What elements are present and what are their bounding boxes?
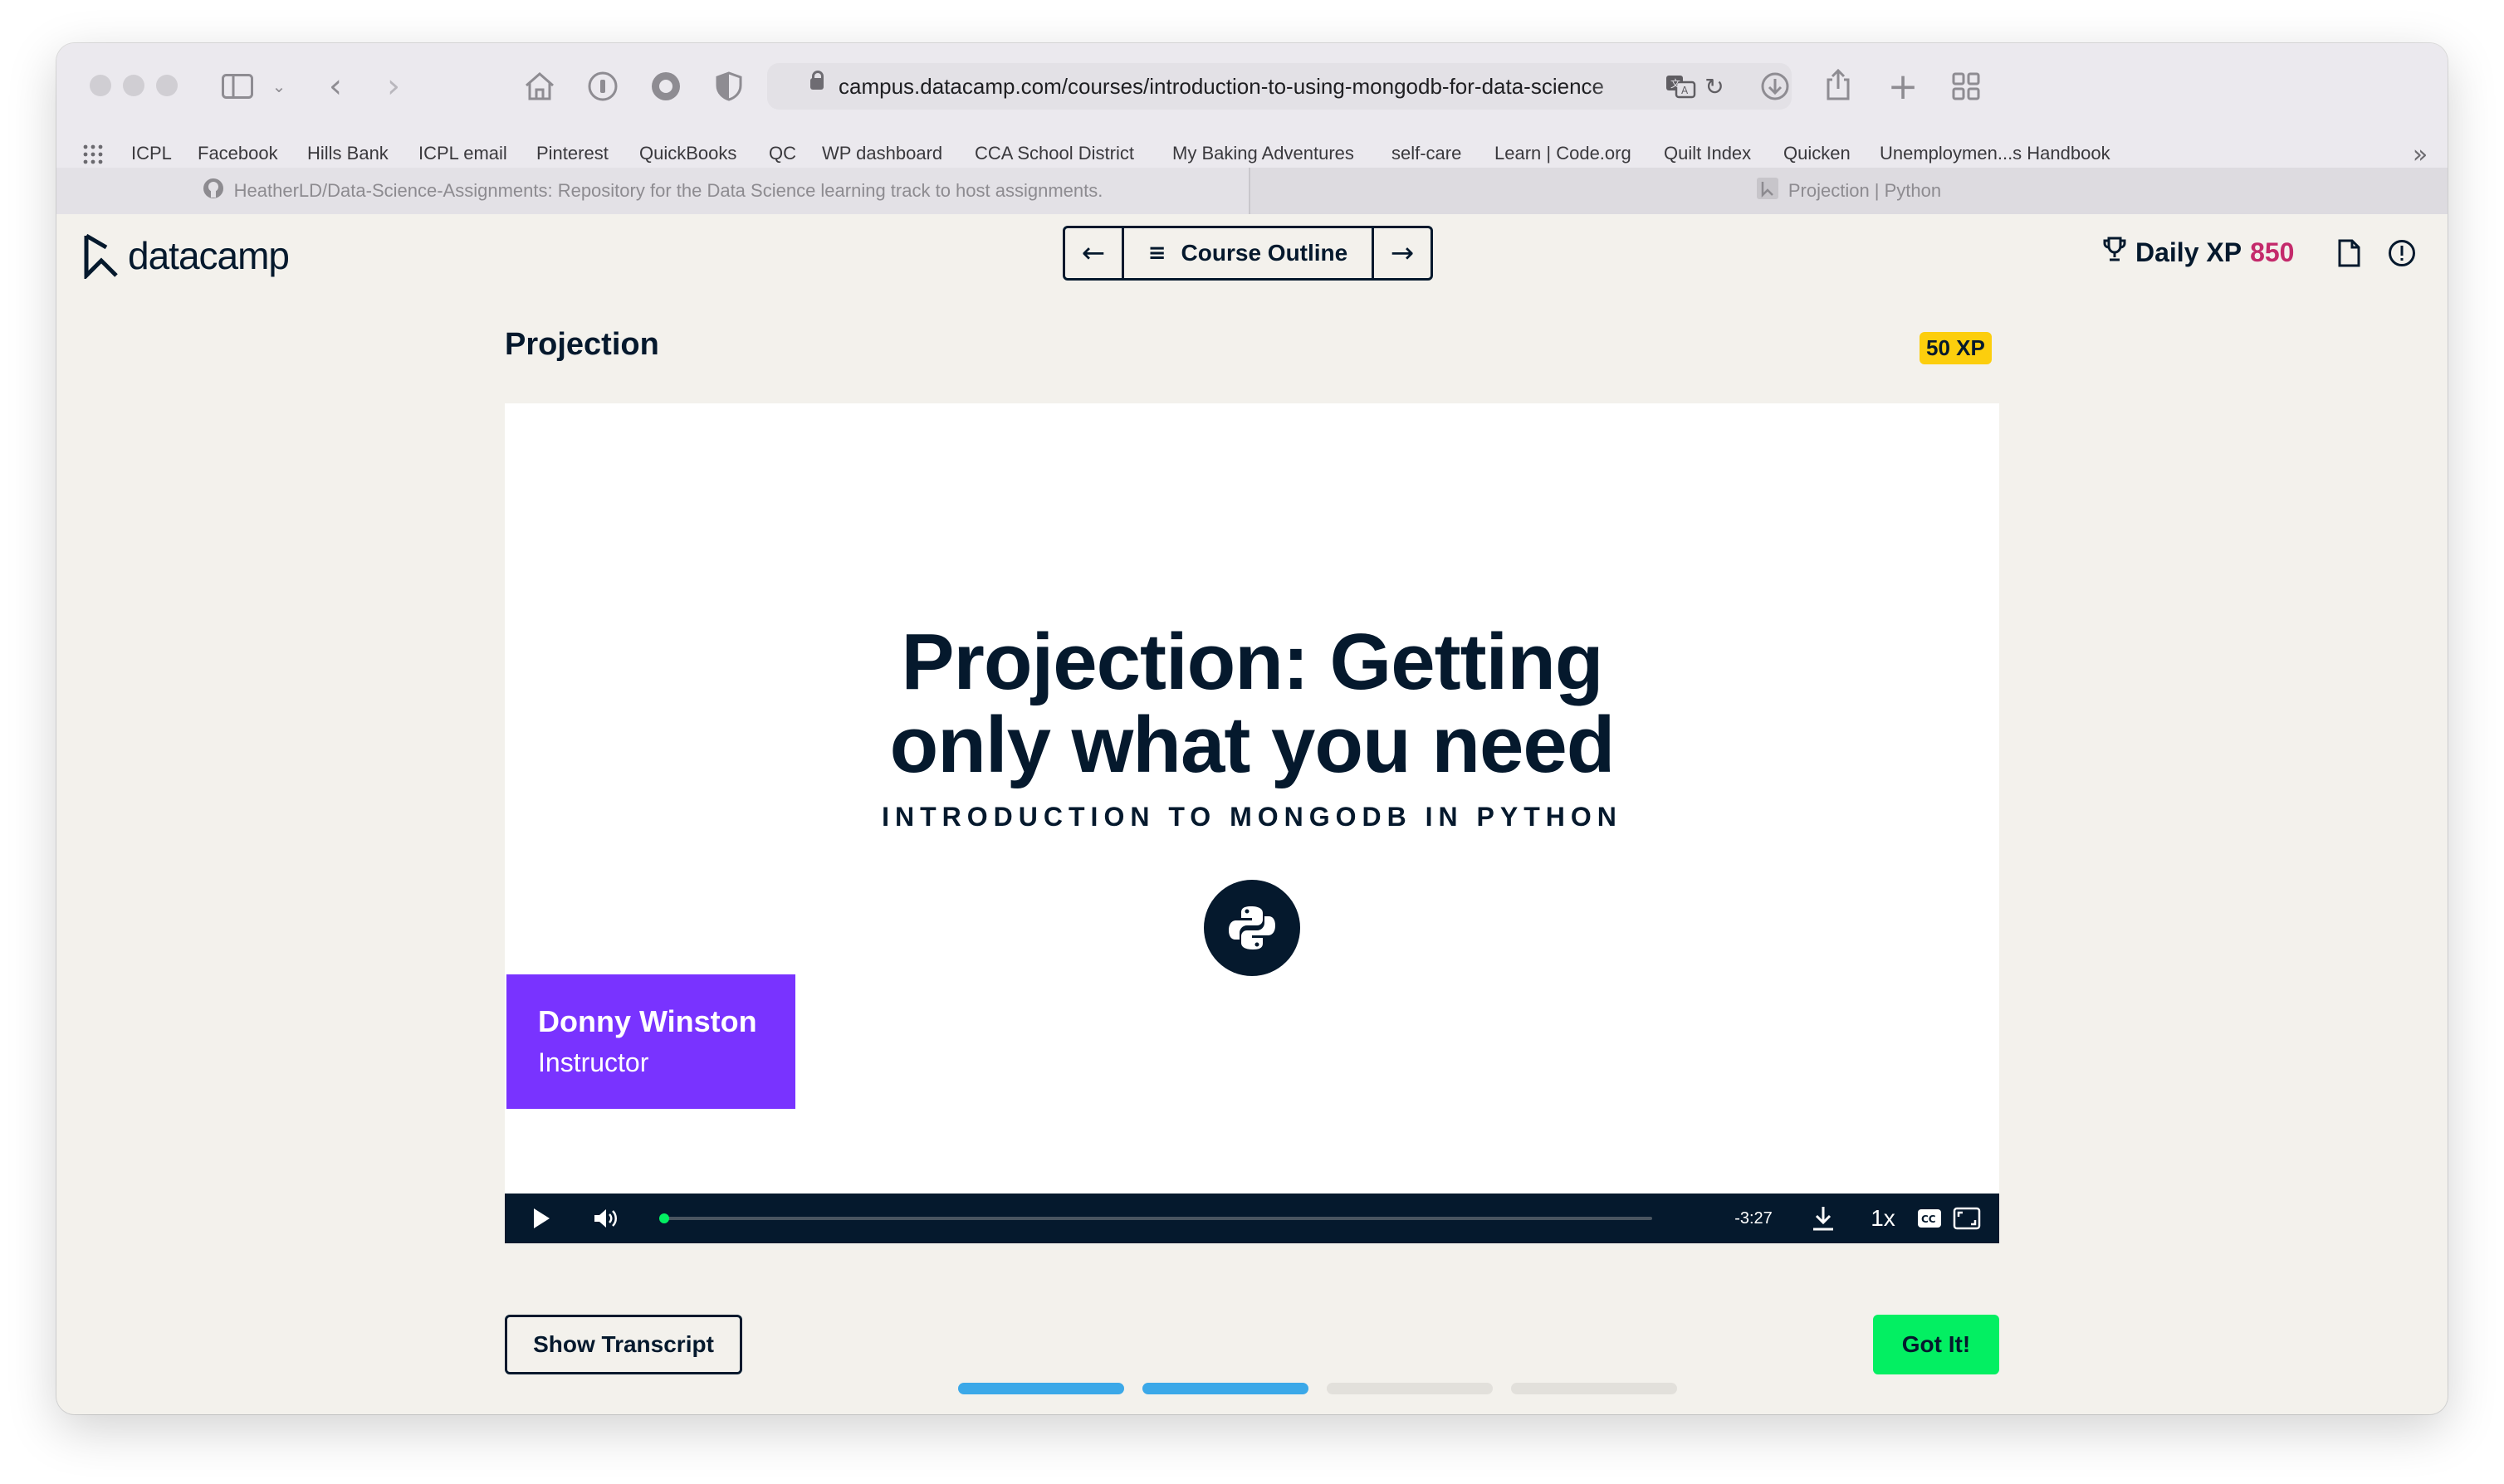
svg-text:CC: CC <box>1921 1213 1936 1225</box>
zoom-window-button[interactable] <box>156 75 178 96</box>
logo-text: datacamp <box>128 234 290 277</box>
translate-icon[interactable]: 文A <box>1664 73 1697 100</box>
page-content: datacamp ← ≡ Course Outline → Daily XP 8… <box>56 214 2448 1414</box>
bookmark-item[interactable]: Pinterest <box>536 143 609 164</box>
lesson-progress-segment <box>1511 1383 1677 1394</box>
github-icon <box>203 178 224 204</box>
shield-icon[interactable] <box>712 68 746 105</box>
share-icon[interactable] <box>1820 65 1856 105</box>
bookmark-item[interactable]: Hills Bank <box>307 143 389 164</box>
video-controls: -3:27 1x CC <box>505 1194 1999 1243</box>
tab-overview-icon[interactable] <box>1948 68 1984 105</box>
arrow-right-icon: → <box>1390 237 1415 270</box>
address-bar[interactable]: campus.datacamp.com/courses/introduction… <box>767 63 1792 110</box>
downloads-icon[interactable] <box>1757 68 1793 105</box>
captions-icon[interactable]: CC <box>1911 1194 1948 1243</box>
report-issue-icon[interactable] <box>2388 239 2416 267</box>
tab-title: HeatherLD/Data-Science-Assignments: Repo… <box>233 180 1103 201</box>
datacamp-logo-icon <box>84 233 118 279</box>
video-progress-track[interactable] <box>659 1217 1652 1220</box>
xp-badge: 50 XP <box>1920 332 1992 364</box>
daily-xp[interactable]: Daily XP 850 <box>2102 236 2294 269</box>
svg-text:A: A <box>1681 85 1689 96</box>
video-progress-knob[interactable] <box>659 1213 669 1223</box>
trophy-icon <box>2102 236 2127 269</box>
browser-toolbar: ⌄ ‹ › campus.datacamp.com/courses/introd… <box>56 43 2448 131</box>
bookmark-item[interactable]: Unemploymen...s Handbook <box>1880 143 2110 164</box>
bookmark-item[interactable]: Facebook <box>198 143 278 164</box>
previous-exercise-button[interactable]: ← <box>1065 228 1122 278</box>
tab-title: Projection | Python <box>1788 180 1942 201</box>
bookmark-item[interactable]: self-care <box>1391 143 1461 164</box>
slide-title-line1: Projection: Getting <box>901 618 1604 706</box>
tab-bar: HeatherLD/Data-Science-Assignments: Repo… <box>56 168 2448 215</box>
tab-projection[interactable]: Projection | Python <box>1250 168 2448 214</box>
bookmark-item[interactable]: QuickBooks <box>639 143 736 164</box>
minimize-window-button[interactable] <box>123 75 144 96</box>
slides-document-icon[interactable] <box>2335 239 2363 267</box>
exercise-title: Projection <box>505 327 659 362</box>
close-window-button[interactable] <box>90 75 111 96</box>
new-tab-icon[interactable]: + <box>1885 66 1921 108</box>
more-bookmarks-icon[interactable]: » <box>2408 140 2433 169</box>
chevron-down-icon[interactable]: ⌄ <box>269 73 289 100</box>
arrow-left-icon: ← <box>1081 237 1106 270</box>
url-text[interactable]: campus.datacamp.com/courses/introduction… <box>839 74 1644 100</box>
menu-icon: ≡ <box>1147 241 1166 266</box>
bookmark-item[interactable]: CCA School District <box>975 143 1134 164</box>
bookmark-item[interactable]: QC <box>769 143 796 164</box>
instructor-card: Donny Winston Instructor <box>506 974 795 1109</box>
datacamp-logo[interactable]: datacamp <box>81 232 290 279</box>
bookmark-item[interactable]: Quilt Index <box>1664 143 1751 164</box>
reload-icon[interactable]: ↻ <box>1700 73 1729 100</box>
got-it-button[interactable]: Got It! <box>1873 1315 1999 1374</box>
tab-github[interactable]: HeatherLD/Data-Science-Assignments: Repo… <box>56 168 1250 214</box>
lock-icon <box>810 71 824 90</box>
svg-text:文: 文 <box>1670 77 1680 90</box>
sidebar-toggle-icon[interactable] <box>219 68 256 105</box>
home-icon[interactable] <box>521 68 558 105</box>
slide-title: Projection: Getting only what you need <box>505 621 1999 787</box>
daily-xp-label: Daily XP <box>2135 237 2242 267</box>
bookmark-item[interactable]: ICPL <box>131 143 172 164</box>
forward-icon[interactable]: › <box>377 67 410 105</box>
apps-grid-icon[interactable] <box>80 143 106 166</box>
download-icon[interactable] <box>1805 1194 1841 1243</box>
course-nav: ← ≡ Course Outline → <box>1063 226 1433 281</box>
bookmark-item[interactable]: WP dashboard <box>822 143 942 164</box>
instructor-name: Donny Winston <box>538 1004 757 1038</box>
lesson-progress-segment <box>958 1383 1124 1394</box>
volume-icon[interactable] <box>588 1194 624 1243</box>
python-logo-icon <box>1204 880 1300 976</box>
course-outline-button[interactable]: ≡ Course Outline <box>1122 228 1374 278</box>
back-icon[interactable]: ‹ <box>319 67 352 105</box>
bookmark-item[interactable]: Learn | Code.org <box>1494 143 1631 164</box>
course-outline-label: Course Outline <box>1181 240 1348 266</box>
slide-subtitle: INTRODUCTION TO MONGODB IN PYTHON <box>882 802 1622 832</box>
lesson-progress-segment <box>1142 1383 1308 1394</box>
instructor-role: Instructor <box>538 1047 649 1077</box>
bookmark-item[interactable]: ICPL email <box>418 143 507 164</box>
fullscreen-icon[interactable] <box>1948 1194 1986 1243</box>
record-extension-icon[interactable] <box>649 70 682 103</box>
datacamp-favicon-icon <box>1756 178 1778 204</box>
time-remaining: -3:27 <box>1734 1208 1773 1228</box>
play-icon[interactable] <box>523 1194 560 1243</box>
show-transcript-button[interactable]: Show Transcript <box>505 1315 742 1374</box>
browser-window: ⌄ ‹ › campus.datacamp.com/courses/introd… <box>56 43 2448 1414</box>
video-player[interactable]: Projection: Getting only what you need I… <box>505 403 1999 1243</box>
slide-title-line2: only what you need <box>889 701 1616 789</box>
bookmark-item[interactable]: My Baking Adventures <box>1172 143 1354 164</box>
playback-speed-button[interactable]: 1x <box>1865 1194 1901 1243</box>
lesson-progress-segment <box>1327 1383 1493 1394</box>
password-manager-icon[interactable] <box>586 70 619 103</box>
bookmark-item[interactable]: Quicken <box>1783 143 1851 164</box>
daily-xp-value: 850 <box>2250 237 2295 267</box>
next-exercise-button[interactable]: → <box>1374 228 1431 278</box>
